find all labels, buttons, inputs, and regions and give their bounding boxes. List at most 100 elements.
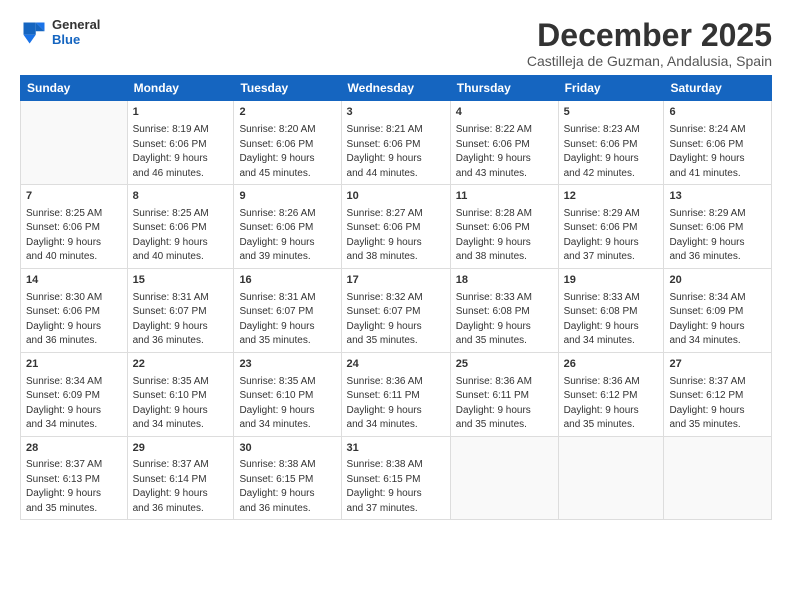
day-cell: 4Sunrise: 8:22 AM Sunset: 6:06 PM Daylig… <box>450 101 558 185</box>
day-info: Sunrise: 8:36 AM Sunset: 6:11 PM Dayligh… <box>347 376 423 431</box>
day-cell: 28 Sunrise: 8:37 AM Sunset: 6:13 PM Dayli… <box>21 436 128 520</box>
day-cell: 30 Sunrise: 8:38 AM Sunset: 6:15 PM Dayli… <box>234 436 341 520</box>
week-row: 7 Sunrise: 8:25 AM Sunset: 6:06 PM Daylig… <box>21 185 772 269</box>
day-cell: 5 Sunrise: 8:23 AM Sunset: 6:06 PM Daylig… <box>558 101 664 185</box>
day-number: 31 <box>347 441 445 456</box>
title-block: December 2025 Castilleja de Guzman, Anda… <box>527 18 772 69</box>
day-cell: 20 Sunrise: 8:34 AM Sunset: 6:09 PM Dayli… <box>664 268 772 352</box>
day-cell: 2 Sunrise: 8:20 AM Sunset: 6:06 PM Daylig… <box>234 101 341 185</box>
header: General Blue December 2025 Castilleja de… <box>20 18 772 69</box>
page: General Blue December 2025 Castilleja de… <box>0 0 792 612</box>
day-info: Sunrise: 8:37 AM Sunset: 6:12 PM Dayligh… <box>669 376 745 431</box>
day-cell: 19 Sunrise: 8:33 AM Sunset: 6:08 PM Dayli… <box>558 268 664 352</box>
weekday-header: Sunday <box>21 76 128 101</box>
weekday-header: Saturday <box>664 76 772 101</box>
day-info: Sunrise: 8:25 AM Sunset: 6:06 PM Dayligh… <box>26 208 102 263</box>
day-cell: 17 Sunrise: 8:32 AM Sunset: 6:07 PM Dayli… <box>341 268 450 352</box>
day-number: 21 <box>26 357 122 372</box>
day-cell: 23 Sunrise: 8:35 AM Sunset: 6:10 PM Dayli… <box>234 352 341 436</box>
day-info: Sunrise: 8:37 AM Sunset: 6:14 PM Dayligh… <box>133 459 209 514</box>
day-number: 28 <box>26 441 122 456</box>
day-info: Sunrise: 8:31 AM Sunset: 6:07 PM Dayligh… <box>133 292 209 347</box>
day-number: 24 <box>347 357 445 372</box>
day-number: 10 <box>347 189 445 204</box>
day-cell: 14 Sunrise: 8:30 AM Sunset: 6:06 PM Dayli… <box>21 268 128 352</box>
day-cell: 13Sunrise: 8:29 AM Sunset: 6:06 PM Dayli… <box>664 185 772 269</box>
day-cell <box>664 436 772 520</box>
weekday-header: Tuesday <box>234 76 341 101</box>
day-info: Sunrise: 8:33 AM Sunset: 6:08 PM Dayligh… <box>456 292 532 347</box>
day-info: Sunrise: 8:33 AM Sunset: 6:08 PM Dayligh… <box>564 292 640 347</box>
day-number: 23 <box>239 357 335 372</box>
day-number: 18 <box>456 273 553 288</box>
day-number: 29 <box>133 441 229 456</box>
logo-text-block: General Blue <box>52 18 100 48</box>
day-cell: 22Sunrise: 8:35 AM Sunset: 6:10 PM Dayli… <box>127 352 234 436</box>
weekday-header: Thursday <box>450 76 558 101</box>
day-cell: 25Sunrise: 8:36 AM Sunset: 6:11 PM Dayli… <box>450 352 558 436</box>
day-cell: 31 Sunrise: 8:38 AM Sunset: 6:15 PM Dayli… <box>341 436 450 520</box>
day-number: 7 <box>26 189 122 204</box>
logo-icon <box>20 19 48 47</box>
day-info: Sunrise: 8:19 AM Sunset: 6:06 PM Dayligh… <box>133 124 209 179</box>
week-row: 14 Sunrise: 8:30 AM Sunset: 6:06 PM Dayli… <box>21 268 772 352</box>
calendar: SundayMondayTuesdayWednesdayThursdayFrid… <box>20 75 772 520</box>
day-number: 30 <box>239 441 335 456</box>
location: Castilleja de Guzman, Andalusia, Spain <box>527 53 772 69</box>
day-info: Sunrise: 8:34 AM Sunset: 6:09 PM Dayligh… <box>26 376 102 431</box>
day-number: 20 <box>669 273 766 288</box>
day-number: 2 <box>239 105 335 120</box>
logo-line2: Blue <box>52 33 100 48</box>
day-number: 27 <box>669 357 766 372</box>
day-info: Sunrise: 8:32 AM Sunset: 6:07 PM Dayligh… <box>347 292 423 347</box>
day-number: 8 <box>133 189 229 204</box>
day-number: 22 <box>133 357 229 372</box>
day-cell: 18 Sunrise: 8:33 AM Sunset: 6:08 PM Dayli… <box>450 268 558 352</box>
day-info: Sunrise: 8:27 AM Sunset: 6:06 PM Dayligh… <box>347 208 423 263</box>
day-cell: 29 Sunrise: 8:37 AM Sunset: 6:14 PM Dayli… <box>127 436 234 520</box>
day-number: 17 <box>347 273 445 288</box>
day-cell: 16Sunrise: 8:31 AM Sunset: 6:07 PM Dayli… <box>234 268 341 352</box>
weekday-header: Friday <box>558 76 664 101</box>
logo: General Blue <box>20 18 100 48</box>
logo-line1: General <box>52 18 100 33</box>
day-cell <box>21 101 128 185</box>
day-cell <box>450 436 558 520</box>
day-info: Sunrise: 8:36 AM Sunset: 6:12 PM Dayligh… <box>564 376 640 431</box>
day-info: Sunrise: 8:23 AM Sunset: 6:06 PM Dayligh… <box>564 124 640 179</box>
day-info: Sunrise: 8:38 AM Sunset: 6:15 PM Dayligh… <box>347 459 423 514</box>
day-cell: 12 Sunrise: 8:29 AM Sunset: 6:06 PM Dayli… <box>558 185 664 269</box>
day-number: 19 <box>564 273 659 288</box>
day-number: 25 <box>456 357 553 372</box>
day-info: Sunrise: 8:34 AM Sunset: 6:09 PM Dayligh… <box>669 292 745 347</box>
day-cell: 8Sunrise: 8:25 AM Sunset: 6:06 PM Daylig… <box>127 185 234 269</box>
day-info: Sunrise: 8:20 AM Sunset: 6:06 PM Dayligh… <box>239 124 315 179</box>
day-number: 5 <box>564 105 659 120</box>
day-info: Sunrise: 8:28 AM Sunset: 6:06 PM Dayligh… <box>456 208 532 263</box>
day-cell: 10 Sunrise: 8:27 AM Sunset: 6:06 PM Dayli… <box>341 185 450 269</box>
day-info: Sunrise: 8:38 AM Sunset: 6:15 PM Dayligh… <box>239 459 315 514</box>
day-number: 14 <box>26 273 122 288</box>
day-info: Sunrise: 8:29 AM Sunset: 6:06 PM Dayligh… <box>564 208 640 263</box>
day-cell: 15Sunrise: 8:31 AM Sunset: 6:07 PM Dayli… <box>127 268 234 352</box>
day-number: 4 <box>456 105 553 120</box>
day-cell: 21 Sunrise: 8:34 AM Sunset: 6:09 PM Dayli… <box>21 352 128 436</box>
day-cell: 27 Sunrise: 8:37 AM Sunset: 6:12 PM Dayli… <box>664 352 772 436</box>
day-cell: 24 Sunrise: 8:36 AM Sunset: 6:11 PM Dayli… <box>341 352 450 436</box>
day-info: Sunrise: 8:30 AM Sunset: 6:06 PM Dayligh… <box>26 292 102 347</box>
day-cell: 3Sunrise: 8:21 AM Sunset: 6:06 PM Daylig… <box>341 101 450 185</box>
day-number: 16 <box>239 273 335 288</box>
weekday-header: Wednesday <box>341 76 450 101</box>
week-row: 1Sunrise: 8:19 AM Sunset: 6:06 PM Daylig… <box>21 101 772 185</box>
weekday-header: Monday <box>127 76 234 101</box>
day-info: Sunrise: 8:26 AM Sunset: 6:06 PM Dayligh… <box>239 208 315 263</box>
day-cell: 1Sunrise: 8:19 AM Sunset: 6:06 PM Daylig… <box>127 101 234 185</box>
day-info: Sunrise: 8:35 AM Sunset: 6:10 PM Dayligh… <box>239 376 315 431</box>
day-info: Sunrise: 8:24 AM Sunset: 6:06 PM Dayligh… <box>669 124 745 179</box>
day-cell: 11Sunrise: 8:28 AM Sunset: 6:06 PM Dayli… <box>450 185 558 269</box>
day-info: Sunrise: 8:37 AM Sunset: 6:13 PM Dayligh… <box>26 459 102 514</box>
day-number: 3 <box>347 105 445 120</box>
day-cell: 9Sunrise: 8:26 AM Sunset: 6:06 PM Daylig… <box>234 185 341 269</box>
day-number: 12 <box>564 189 659 204</box>
day-number: 6 <box>669 105 766 120</box>
